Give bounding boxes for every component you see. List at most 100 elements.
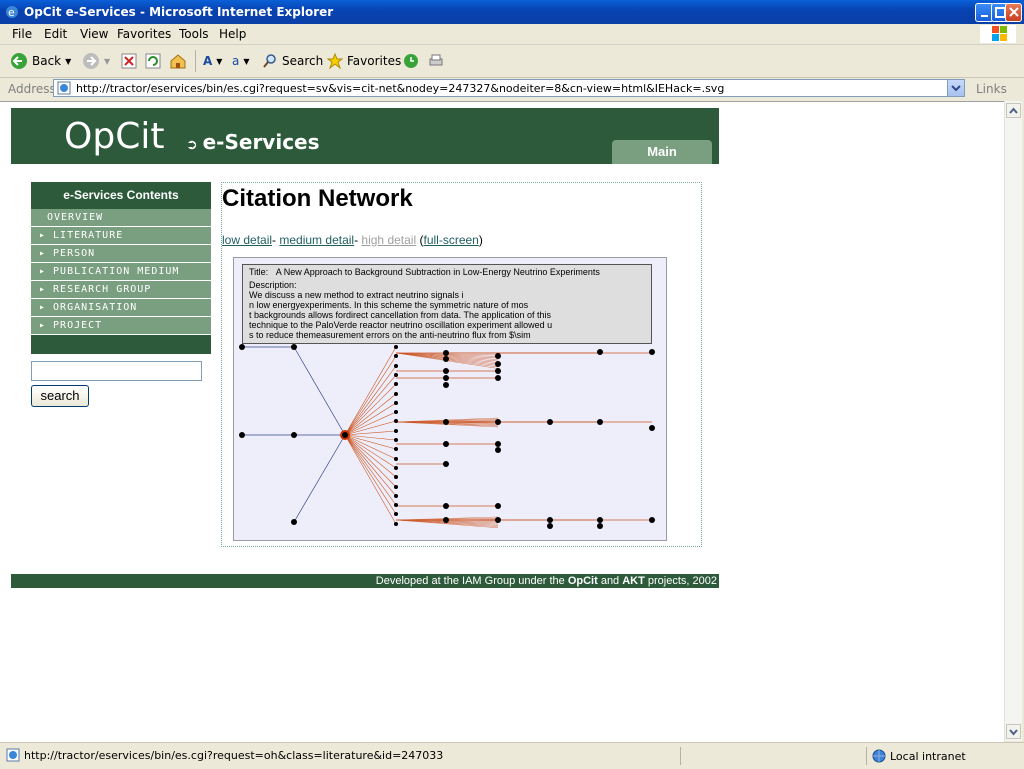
home-button[interactable]: [169, 51, 187, 71]
scroll-down-button[interactable]: [1006, 724, 1021, 739]
network-node[interactable]: [394, 503, 398, 507]
network-node[interactable]: [394, 494, 398, 498]
page-loading-icon: [6, 748, 20, 762]
akt-link[interactable]: AKT: [622, 575, 645, 587]
vertical-scrollbar[interactable]: [1004, 101, 1022, 741]
address-dropdown-icon[interactable]: [947, 80, 964, 96]
history-button[interactable]: [403, 51, 419, 71]
network-node[interactable]: [495, 375, 501, 381]
network-node[interactable]: [443, 419, 449, 425]
menu-file[interactable]: File: [12, 27, 32, 41]
high-detail-link[interactable]: high detail: [361, 233, 416, 247]
network-node[interactable]: [443, 375, 449, 381]
network-node[interactable]: [394, 401, 398, 405]
network-node[interactable]: [443, 461, 449, 467]
network-node[interactable]: [443, 368, 449, 374]
network-node[interactable]: [495, 353, 501, 359]
stop-button[interactable]: [121, 51, 137, 71]
menu-help[interactable]: Help: [219, 27, 246, 41]
network-node[interactable]: [443, 503, 449, 509]
network-node[interactable]: [394, 522, 398, 526]
network-node[interactable]: [394, 373, 398, 377]
network-node[interactable]: [394, 429, 398, 433]
network-node[interactable]: [547, 517, 553, 523]
sidebar-item-overview[interactable]: OVERVIEW: [31, 209, 211, 226]
encoding-button[interactable]: a ▼: [232, 51, 250, 71]
opcit-link[interactable]: OpCit: [568, 575, 598, 587]
network-node[interactable]: [394, 466, 398, 470]
network-node[interactable]: [291, 432, 297, 438]
network-node[interactable]: [394, 382, 398, 386]
network-node[interactable]: [291, 344, 297, 350]
full-screen-link[interactable]: full-screen: [423, 233, 478, 247]
sidebar-item-organisation[interactable]: ▸ ORGANISATION: [31, 299, 211, 316]
close-button[interactable]: [1005, 3, 1022, 22]
network-node[interactable]: [394, 475, 398, 479]
network-node[interactable]: [239, 432, 245, 438]
menu-tools[interactable]: Tools: [179, 27, 209, 41]
network-node[interactable]: [394, 410, 398, 414]
network-node[interactable]: [394, 438, 398, 442]
network-node[interactable]: [495, 517, 501, 523]
forward-button[interactable]: ▼: [82, 51, 110, 71]
network-node[interactable]: [394, 392, 398, 396]
menu-edit[interactable]: Edit: [44, 27, 67, 41]
search-button-toolbar[interactable]: Search: [262, 51, 323, 71]
network-node[interactable]: [394, 419, 398, 423]
print-button[interactable]: [428, 51, 444, 71]
network-node[interactable]: [495, 419, 501, 425]
search-input[interactable]: [31, 361, 202, 381]
network-node[interactable]: [394, 485, 398, 489]
scroll-up-button[interactable]: [1006, 103, 1021, 118]
menu-favorites[interactable]: Favorites: [117, 27, 171, 41]
network-node[interactable]: [547, 523, 553, 529]
network-node[interactable]: [394, 364, 398, 368]
network-node[interactable]: [495, 441, 501, 447]
back-button[interactable]: Back ▼: [10, 51, 71, 71]
sidebar-item-literature[interactable]: ▸ LITERATURE: [31, 227, 211, 244]
network-node[interactable]: [649, 349, 655, 355]
network-node[interactable]: [443, 350, 449, 356]
favorites-button[interactable]: Favorites: [327, 51, 401, 71]
citation-network-graph[interactable]: Title: A New Approach to Background Subt…: [233, 257, 667, 541]
toolbar-separator: [195, 50, 196, 72]
network-node[interactable]: [495, 503, 501, 509]
sidebar-item-project[interactable]: ▸ PROJECT: [31, 317, 211, 334]
network-node[interactable]: [597, 517, 603, 523]
network-node[interactable]: [443, 382, 449, 388]
address-input[interactable]: http://tractor/eservices/bin/es.cgi?requ…: [53, 79, 965, 97]
network-node[interactable]: [649, 517, 655, 523]
tab-main[interactable]: Main: [612, 140, 712, 164]
network-edge: [344, 434, 397, 469]
network-node[interactable]: [394, 512, 398, 516]
refresh-button[interactable]: [145, 51, 161, 71]
network-node[interactable]: [597, 523, 603, 529]
network-node[interactable]: [495, 368, 501, 374]
medium-detail-link[interactable]: medium detail: [279, 233, 354, 247]
network-node[interactable]: [394, 345, 398, 349]
sidebar-item-research-group[interactable]: ▸ RESEARCH GROUP: [31, 281, 211, 298]
text-size-button[interactable]: A ▼: [203, 51, 222, 71]
network-node[interactable]: [239, 344, 245, 350]
ie-icon: e: [6, 6, 18, 19]
network-node[interactable]: [443, 441, 449, 447]
sidebar-item-person[interactable]: ▸ PERSON: [31, 245, 211, 262]
links-button[interactable]: Links: [976, 82, 1007, 96]
network-node[interactable]: [443, 356, 449, 362]
network-node[interactable]: [443, 517, 449, 523]
network-node[interactable]: [394, 354, 398, 358]
network-node[interactable]: [649, 425, 655, 431]
sidebar-item-publication-medium[interactable]: ▸ PUBLICATION MEDIUM: [31, 263, 211, 280]
network-node[interactable]: [342, 432, 348, 438]
network-node[interactable]: [495, 447, 501, 453]
network-node[interactable]: [547, 419, 553, 425]
network-node[interactable]: [597, 349, 603, 355]
network-node[interactable]: [394, 457, 398, 461]
search-button[interactable]: search: [31, 385, 89, 407]
network-node[interactable]: [495, 361, 501, 367]
network-node[interactable]: [291, 519, 297, 525]
low-detail-link[interactable]: low detail: [222, 233, 272, 247]
network-node[interactable]: [394, 447, 398, 451]
network-node[interactable]: [597, 419, 603, 425]
menu-view[interactable]: View: [80, 27, 108, 41]
